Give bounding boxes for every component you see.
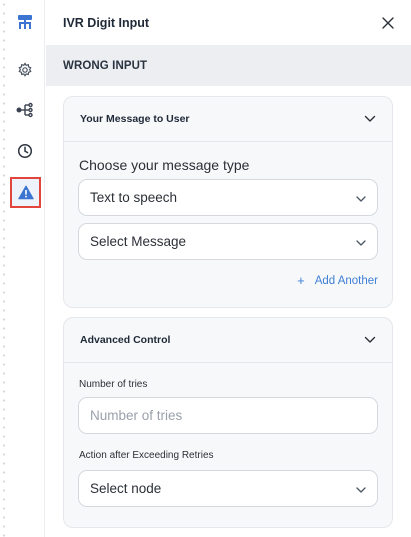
section-header: WRONG INPUT bbox=[46, 45, 411, 86]
section-title: WRONG INPUT bbox=[63, 59, 148, 72]
chevron-down-icon[interactable] bbox=[364, 110, 376, 128]
add-another-label: Add Another bbox=[314, 274, 378, 287]
chevron-down-icon bbox=[356, 233, 366, 251]
side-rail bbox=[0, 0, 45, 537]
add-another-button[interactable]: + Add Another bbox=[297, 274, 378, 287]
advanced-card: Advanced Control Number of tries Action … bbox=[63, 317, 393, 528]
message-card-title: Your Message to User bbox=[80, 113, 190, 125]
flow-logo-icon[interactable] bbox=[12, 9, 38, 35]
retry-action-label: Action after Exceeding Retries bbox=[79, 450, 214, 461]
retry-action-select[interactable]: Select node bbox=[78, 470, 378, 507]
advanced-card-header[interactable]: Advanced Control bbox=[64, 318, 392, 363]
gear-icon[interactable] bbox=[12, 57, 38, 83]
chevron-down-icon bbox=[356, 189, 366, 207]
message-select-value: Select Message bbox=[90, 234, 187, 249]
plus-icon: + bbox=[297, 273, 305, 288]
advanced-card-title: Advanced Control bbox=[80, 334, 171, 346]
tries-input[interactable] bbox=[78, 397, 378, 434]
dotted-edge bbox=[2, 0, 6, 537]
tries-label: Number of tries bbox=[79, 379, 148, 390]
close-icon[interactable] bbox=[381, 16, 395, 30]
panel-title: IVR Digit Input bbox=[63, 15, 150, 30]
panel-header: IVR Digit Input bbox=[46, 0, 411, 45]
branch-icon[interactable] bbox=[12, 97, 38, 123]
message-select[interactable]: Select Message bbox=[78, 223, 378, 260]
retry-action-value: Select node bbox=[90, 481, 162, 496]
clock-icon[interactable] bbox=[12, 138, 38, 164]
message-type-label: Choose your message type bbox=[79, 157, 250, 173]
chevron-down-icon bbox=[356, 480, 366, 498]
message-type-value: Text to speech bbox=[90, 190, 178, 205]
message-card-header[interactable]: Your Message to User bbox=[64, 97, 392, 142]
chevron-down-icon[interactable] bbox=[364, 331, 376, 349]
message-type-select[interactable]: Text to speech bbox=[78, 179, 378, 216]
message-card: Your Message to User Choose your message… bbox=[63, 96, 393, 308]
warning-icon[interactable] bbox=[10, 177, 41, 208]
